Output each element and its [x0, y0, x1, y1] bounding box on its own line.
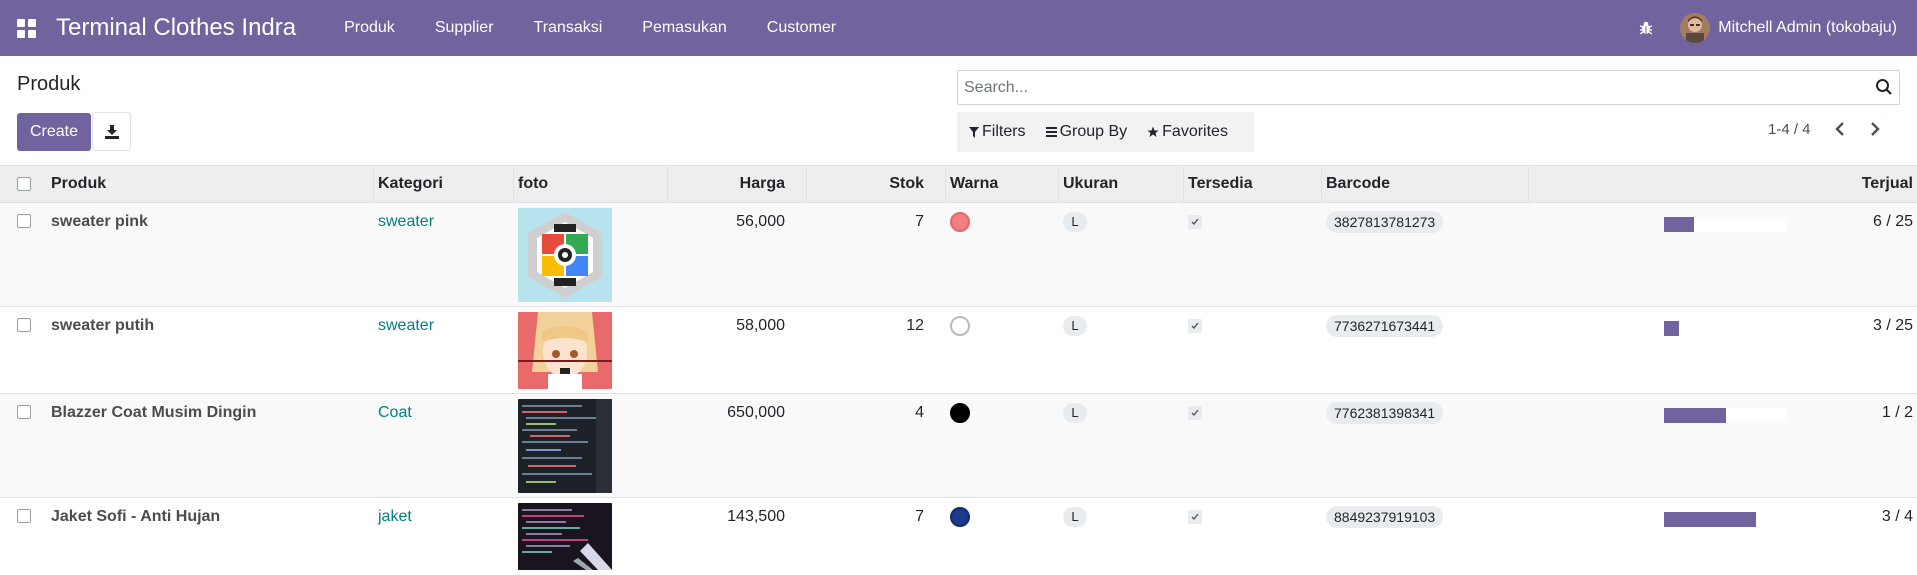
- product-stock: 7: [915, 508, 924, 525]
- color-swatch: [950, 507, 970, 527]
- product-name: sweater pink: [51, 213, 148, 230]
- product-photo: [518, 312, 612, 389]
- row-checkbox[interactable]: [17, 318, 31, 332]
- row-checkbox[interactable]: [17, 214, 31, 228]
- row-checkbox[interactable]: [17, 405, 31, 419]
- color-swatch: [950, 212, 970, 232]
- product-name: Blazzer Coat Musim Dingin: [51, 404, 257, 421]
- download-button[interactable]: [92, 112, 131, 151]
- search-icon[interactable]: [1875, 78, 1893, 96]
- filters-label: Filters: [982, 123, 1026, 140]
- product-price: 58,000: [736, 317, 785, 334]
- menu-item-transaksi[interactable]: Transaksi: [514, 0, 623, 56]
- sold-progress-bar: [1664, 217, 1787, 232]
- table-row[interactable]: sweater pink sweater 56,000 7 L 38278137…: [0, 203, 1917, 307]
- product-stock: 12: [906, 317, 924, 334]
- chevron-left-icon[interactable]: [1834, 122, 1846, 136]
- menu-item-produk[interactable]: Produk: [324, 0, 415, 56]
- row-checkbox[interactable]: [17, 509, 31, 523]
- sold-progress-bar: [1664, 321, 1787, 336]
- sold-count: 3 / 25: [1872, 317, 1913, 334]
- product-stock: 4: [915, 404, 924, 421]
- list-icon: [1045, 127, 1057, 137]
- select-all-checkbox[interactable]: [17, 177, 31, 191]
- barcode-badge: 8849237919103: [1326, 506, 1444, 528]
- download-icon: [104, 124, 119, 139]
- user-name: Mitchell Admin (tokobaju): [1718, 19, 1897, 36]
- product-category[interactable]: sweater: [378, 317, 434, 335]
- column-header-kategori[interactable]: Kategori: [378, 166, 443, 202]
- favorites-button[interactable]: Favorites: [1135, 123, 1236, 141]
- product-photo: [518, 399, 612, 493]
- available-check-icon: [1188, 406, 1202, 420]
- barcode-badge: 7762381398341: [1326, 402, 1444, 424]
- product-name: sweater putih: [51, 317, 155, 334]
- menu-item-customer[interactable]: Customer: [747, 0, 856, 56]
- star-icon: [1147, 126, 1159, 137]
- available-check-icon: [1188, 510, 1202, 524]
- column-header-barcode[interactable]: Barcode: [1326, 166, 1390, 202]
- table-row[interactable]: Blazzer Coat Musim Dingin Coat 650,000 4…: [0, 394, 1917, 498]
- groupby-label: Group By: [1059, 123, 1128, 140]
- table-row[interactable]: Jaket Sofi - Anti Hujan jaket 143,500 7 …: [0, 498, 1917, 570]
- main-menu: Produk Supplier Transaksi Pemasukan Cust…: [324, 0, 856, 56]
- product-name: Jaket Sofi - Anti Hujan: [51, 508, 221, 525]
- sold-progress-bar: [1664, 512, 1787, 527]
- product-price: 143,500: [727, 508, 785, 525]
- sold-count: 3 / 4: [1881, 508, 1913, 525]
- size-badge: L: [1063, 507, 1087, 527]
- product-price: 56,000: [736, 213, 785, 230]
- groupby-button[interactable]: Group By: [1034, 123, 1136, 141]
- search-input[interactable]: [964, 71, 1844, 104]
- column-header-foto[interactable]: foto: [518, 166, 548, 202]
- search-options-bar: Filters Group By Favorites: [957, 112, 1254, 152]
- apps-menu-icon[interactable]: [0, 0, 52, 56]
- sold-progress-bar: [1664, 408, 1787, 423]
- size-badge: L: [1063, 212, 1087, 232]
- column-header-harga[interactable]: Harga: [672, 166, 785, 202]
- column-header-stok[interactable]: Stok: [811, 166, 924, 202]
- barcode-badge: 7736271673441: [1326, 315, 1444, 337]
- user-menu[interactable]: Mitchell Admin (tokobaju): [1674, 13, 1917, 43]
- product-photo: [518, 503, 612, 570]
- pager-value[interactable]: 1-4 / 4: [1768, 121, 1811, 138]
- debug-bug-icon[interactable]: [1618, 0, 1674, 56]
- product-list-table: Produk Kategori foto Harga Stok Warna Uk…: [0, 165, 1917, 570]
- available-check-icon: [1188, 319, 1202, 333]
- barcode-badge: 3827813781273: [1326, 211, 1444, 233]
- column-header-tersedia[interactable]: Tersedia: [1188, 166, 1253, 202]
- menu-item-pemasukan[interactable]: Pemasukan: [622, 0, 747, 56]
- column-header-warna[interactable]: Warna: [950, 166, 998, 202]
- page-title: Produk: [17, 73, 81, 95]
- search-box: [957, 70, 1900, 105]
- column-header-terjual[interactable]: Terjual: [1862, 166, 1913, 202]
- filter-icon: [969, 126, 979, 138]
- product-category[interactable]: Coat: [378, 404, 412, 422]
- sold-count: 1 / 2: [1881, 404, 1913, 421]
- sold-count: 6 / 25: [1872, 213, 1913, 230]
- create-button[interactable]: Create: [17, 113, 91, 151]
- column-header-produk[interactable]: Produk: [51, 166, 106, 202]
- size-badge: L: [1063, 316, 1087, 336]
- color-swatch: [950, 403, 970, 423]
- available-check-icon: [1188, 215, 1202, 229]
- product-category[interactable]: jaket: [378, 508, 412, 526]
- top-navbar: Terminal Clothes Indra Produk Supplier T…: [0, 0, 1917, 56]
- table-header: Produk Kategori foto Harga Stok Warna Uk…: [0, 165, 1917, 203]
- column-header-ukuran[interactable]: Ukuran: [1063, 166, 1118, 202]
- filters-button[interactable]: Filters: [957, 123, 1034, 141]
- avatar: [1680, 13, 1711, 43]
- chevron-right-icon[interactable]: [1869, 122, 1881, 136]
- size-badge: L: [1063, 403, 1087, 423]
- product-price: 650,000: [727, 404, 785, 421]
- product-stock: 7: [915, 213, 924, 230]
- app-brand[interactable]: Terminal Clothes Indra: [56, 14, 296, 42]
- favorites-label: Favorites: [1162, 123, 1228, 140]
- table-row[interactable]: sweater putih sweater 58,000 12 L 773627…: [0, 307, 1917, 394]
- product-photo: [518, 208, 612, 302]
- product-category[interactable]: sweater: [378, 213, 434, 231]
- color-swatch: [950, 316, 970, 336]
- menu-item-supplier[interactable]: Supplier: [415, 0, 514, 56]
